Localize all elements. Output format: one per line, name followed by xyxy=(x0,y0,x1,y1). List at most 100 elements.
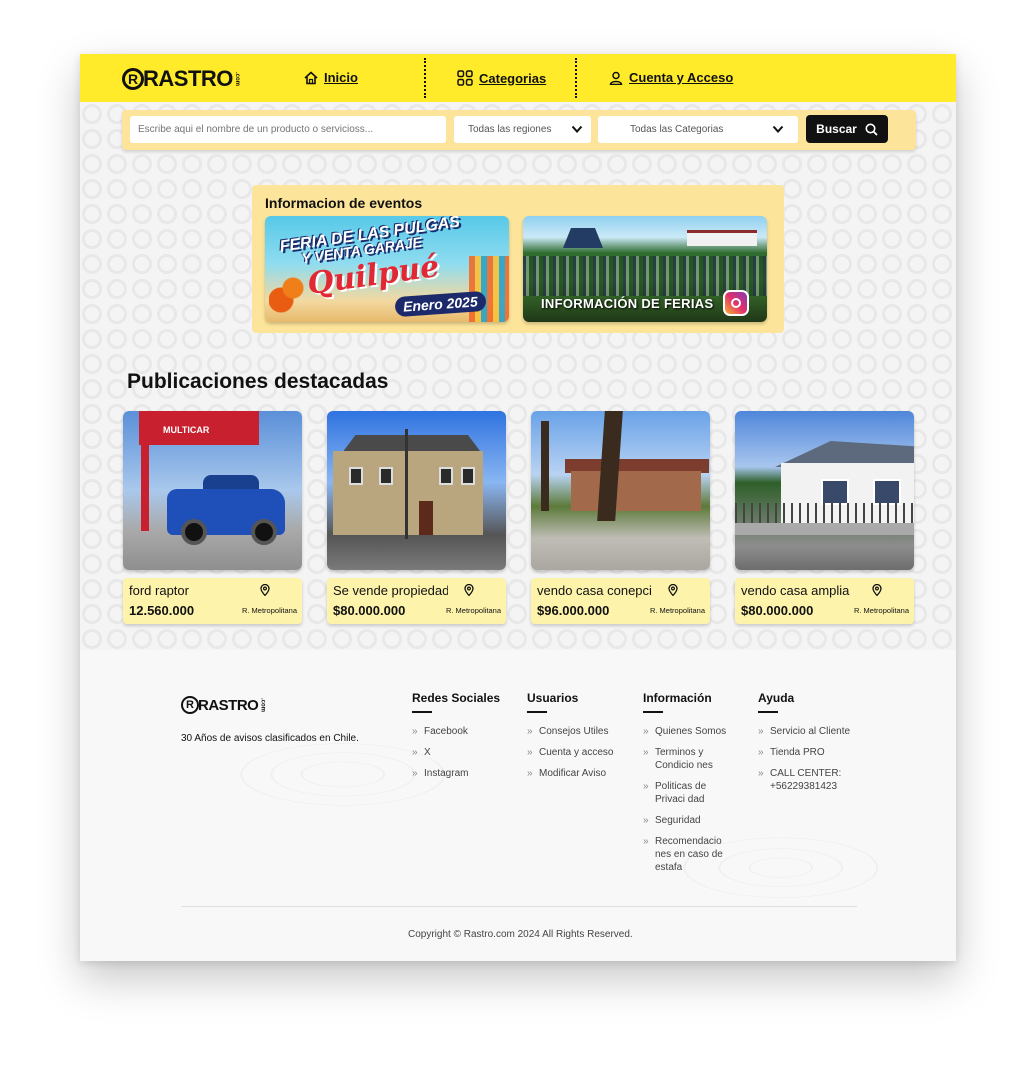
listing-image xyxy=(327,411,506,570)
listing-image xyxy=(531,411,710,570)
listing-image: MULTICAR xyxy=(123,411,302,570)
nav-inicio-label: Inicio xyxy=(324,70,358,85)
title-underline xyxy=(412,711,432,713)
listing-region: R. Metropolitana xyxy=(241,606,297,615)
footer-link-politicas[interactable]: Politicas de Privaci dad xyxy=(643,780,715,806)
nav-divider xyxy=(575,58,577,98)
featured-title: Publicaciones destacadas xyxy=(127,370,389,393)
events-panel: Informacion de eventos FERIA DE LAS PULG… xyxy=(252,185,784,333)
listing-card[interactable]: MULTICAR ford raptor 12.560.000 R. Metro… xyxy=(123,411,302,624)
footer-link-consejos[interactable]: Consejos Utiles xyxy=(527,725,632,738)
nav-cuenta-label: Cuenta y Acceso xyxy=(629,70,734,85)
listing-card[interactable]: vendo casa conepcion $96.000.000 R. Metr… xyxy=(531,411,710,624)
logo-com: .com xyxy=(259,697,266,712)
copyright-text: Copyright © Rastro.com 2024 All Rights R… xyxy=(408,929,633,940)
logo-com: .com xyxy=(233,71,240,86)
title-underline xyxy=(758,711,778,713)
footer-link-quienes[interactable]: Quienes Somos xyxy=(643,725,733,738)
listing-price: $96.000.000 xyxy=(537,603,610,618)
footer-link-recomendaciones[interactable]: Recomendacio nes en caso de estafa xyxy=(643,835,735,874)
logo-r-mark: R xyxy=(122,68,144,90)
user-icon xyxy=(609,71,623,85)
search-input[interactable] xyxy=(130,116,446,143)
region-select-value: Todas las regiones xyxy=(468,124,552,135)
footer-link-call-center[interactable]: CALL CENTER: +56229381423 xyxy=(758,767,858,793)
footer-column-title: Usuarios xyxy=(527,691,579,705)
footer-divider xyxy=(181,906,857,907)
search-button-label: Buscar xyxy=(816,122,857,136)
listing-info: Se vende propiedad $80.000.000 R. Metrop… xyxy=(327,578,506,624)
logo-text: RASTRO xyxy=(198,696,259,714)
listing-title: Se vende propiedad xyxy=(333,583,448,598)
title-underline xyxy=(643,711,663,713)
listing-info: vendo casa amplia $80.000.000 R. Metropo… xyxy=(735,578,914,624)
location-pin-icon xyxy=(872,583,882,601)
footer-link-instagram[interactable]: Instagram xyxy=(412,767,512,780)
nav-divider xyxy=(424,58,426,98)
chevron-down-icon xyxy=(772,123,784,138)
search-bar: Todas las regiones Todas las Categorias … xyxy=(122,110,916,150)
footer-link-seguridad[interactable]: Seguridad xyxy=(643,814,733,827)
tent-shape xyxy=(563,228,603,248)
listing-card[interactable]: Se vende propiedad $80.000.000 R. Metrop… xyxy=(327,411,506,624)
location-pin-icon xyxy=(668,583,678,601)
footer-logo[interactable]: R RASTRO .com xyxy=(181,696,265,714)
footer-column-title: Redes Sociales xyxy=(412,691,501,705)
instagram-icon xyxy=(723,290,749,316)
dealer-sign-text: MULTICAR xyxy=(163,425,210,435)
ferias-info-label: INFORMACIÓN DE FERIAS xyxy=(541,296,714,311)
listing-price: $80.000.000 xyxy=(333,603,406,618)
nav-categorias-label: Categorias xyxy=(479,70,547,86)
listing-price: $80.000.000 xyxy=(741,603,814,618)
search-icon xyxy=(865,123,878,136)
listing-title: ford raptor xyxy=(129,583,189,598)
building-shape xyxy=(687,230,757,246)
site-header: R RASTRO .com Inicio Categorias Cuenta y… xyxy=(80,54,956,102)
title-underline xyxy=(527,711,547,713)
event-banner-ferias-info[interactable]: INFORMACIÓN DE FERIAS xyxy=(523,216,767,322)
listing-region: R. Metropolitana xyxy=(853,606,909,615)
nav-categorias[interactable]: Categorias xyxy=(457,70,546,86)
footer-column-ayuda: Ayuda Servicio al Cliente Tienda PRO CAL… xyxy=(758,691,868,801)
event-banner-feria[interactable]: FERIA DE LAS PULGAS Y VENTA GARAJE Quilp… xyxy=(265,216,509,322)
home-icon xyxy=(304,70,318,85)
footer-link-modificar[interactable]: Modificar Aviso xyxy=(527,767,632,780)
footer-link-facebook[interactable]: Facebook xyxy=(412,725,512,738)
footer-column-title: Ayuda xyxy=(758,691,795,705)
listing-region: R. Metropolitana xyxy=(445,606,501,615)
footer-tagline: 30 Años de avisos clasificados en Chile. xyxy=(181,733,359,744)
footer-link-cuenta[interactable]: Cuenta y acceso xyxy=(527,746,632,759)
logo-r-mark: R xyxy=(181,696,199,714)
location-pin-icon xyxy=(464,583,474,601)
footer-column-title: Información xyxy=(643,691,712,705)
nav-inicio[interactable]: Inicio xyxy=(304,70,358,85)
grid-icon xyxy=(457,70,473,86)
nav-cuenta[interactable]: Cuenta y Acceso xyxy=(609,70,733,85)
footer-column-informacion: Información Quienes Somos Terminos y Con… xyxy=(643,691,733,882)
palm-decoration xyxy=(269,276,309,316)
site-logo[interactable]: R RASTRO .com xyxy=(122,66,240,92)
location-pin-icon xyxy=(260,583,270,601)
footer-link-terminos[interactable]: Terminos y Condicio nes xyxy=(643,746,715,772)
logo-text: RASTRO xyxy=(143,66,233,91)
footer-link-x[interactable]: X xyxy=(412,746,512,759)
listing-title: vendo casa amplia xyxy=(741,583,850,598)
stripes-decoration xyxy=(469,256,509,322)
footer-column-usuarios: Usuarios Consejos Utiles Cuenta y acceso… xyxy=(527,691,632,788)
category-select[interactable]: Todas las Categorias xyxy=(598,116,798,143)
listing-card[interactable]: vendo casa amplia $80.000.000 R. Metropo… xyxy=(735,411,914,624)
listing-info: vendo casa conepcion $96.000.000 R. Metr… xyxy=(531,578,710,624)
listing-title: vendo casa conepcion xyxy=(537,583,652,598)
listing-price: 12.560.000 xyxy=(129,603,195,618)
footer-link-tienda-pro[interactable]: Tienda PRO xyxy=(758,746,868,759)
footer-column-redes: Redes Sociales Facebook X Instagram xyxy=(412,691,512,788)
footer-link-servicio[interactable]: Servicio al Cliente xyxy=(758,725,868,738)
events-title: Informacion de eventos xyxy=(265,195,423,211)
search-button[interactable]: Buscar xyxy=(806,115,888,143)
region-select[interactable]: Todas las regiones xyxy=(454,116,591,143)
listing-region: R. Metropolitana xyxy=(649,606,705,615)
chevron-down-icon xyxy=(571,123,583,138)
browser-page: R RASTRO .com Inicio Categorias Cuenta y… xyxy=(80,54,956,961)
listing-image xyxy=(735,411,914,570)
category-select-value: Todas las Categorias xyxy=(630,124,724,135)
